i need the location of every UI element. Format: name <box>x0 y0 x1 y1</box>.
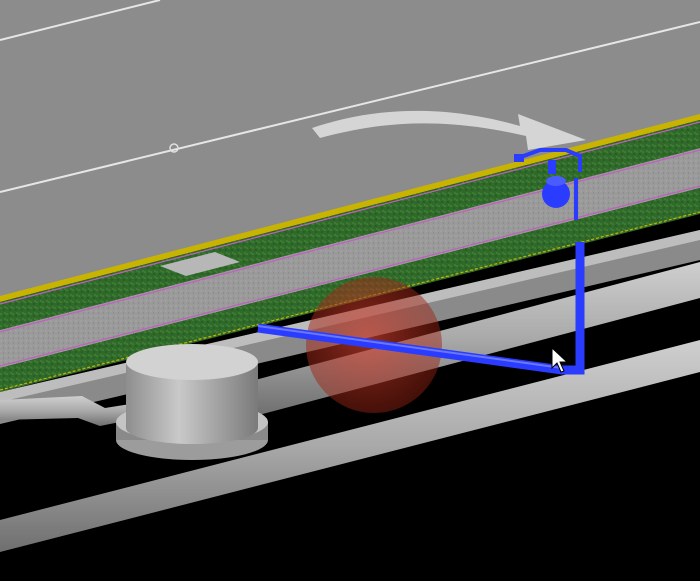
manhole-structure[interactable] <box>116 344 268 460</box>
3d-scene[interactable] <box>0 0 700 581</box>
3d-viewport[interactable]: 3d-perspective <box>0 0 700 581</box>
lateral-pipe-left[interactable] <box>0 396 130 426</box>
